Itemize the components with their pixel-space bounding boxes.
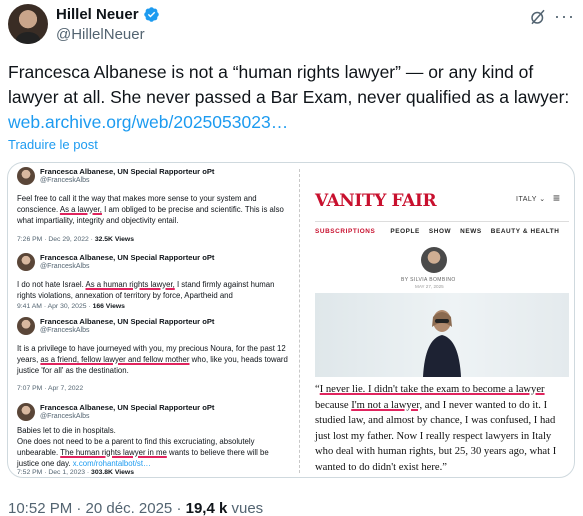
- embedded-avatar: [17, 317, 35, 335]
- collage-divider: [299, 169, 300, 473]
- vf-nav-item: BEAUTY & HEALTH: [490, 228, 560, 235]
- embedded-link: x.com/rohantalbot/st…: [72, 459, 151, 468]
- tweet-footer: 10:52 PM · 20 déc. 2025 · 19,4 k vues: [8, 500, 263, 516]
- vf-nav-item: NEWS: [460, 228, 482, 235]
- embedded-text: Feel free to call it the way that makes …: [17, 194, 284, 225]
- underlined-phrase: I'm not a lawyer,: [351, 399, 423, 411]
- embedded-handle: @FranceskAlbs: [40, 263, 90, 270]
- embedded-text: It is a privilege to have journeyed with…: [17, 344, 288, 375]
- edition-selector: ITALY ⌄: [516, 196, 546, 203]
- vf-byline: BY SILVIA BOMBINO: [401, 277, 456, 283]
- grok-icon[interactable]: [529, 8, 547, 26]
- author-avatar[interactable]: [8, 4, 48, 44]
- underlined-phrase: The human rights lawyer in me: [60, 448, 167, 457]
- embedded-handle: @FranceskAlbs: [40, 327, 90, 334]
- author-photo: [421, 247, 447, 273]
- embedded-avatar: [17, 167, 35, 185]
- vf-date: MAY 27, 2025: [415, 284, 444, 289]
- underlined-phrase: as a friend, fellow lawyer and fellow mo…: [40, 355, 190, 364]
- nav-divider: [315, 221, 569, 222]
- embedded-avatar: [17, 253, 35, 271]
- embedded-meta: 7:52 PM · Dec 1, 2023 · 303.8K Views: [17, 469, 134, 476]
- author-handle[interactable]: @HillelNeuer: [56, 26, 145, 43]
- underlined-phrase: As a human rights lawyer,: [85, 280, 175, 289]
- media-image[interactable]: Francesca Albanese, UN Special Rapporteu…: [7, 162, 575, 478]
- views-label: vues: [227, 500, 264, 516]
- embedded-tweets-collage: Francesca Albanese, UN Special Rapporteu…: [14, 167, 294, 476]
- person-photo-icon: [423, 310, 461, 377]
- vf-nav-item: SUBSCRIPTIONS: [315, 228, 376, 235]
- embedded-text: I do not hate Israel. As a human rights …: [17, 280, 275, 300]
- embedded-avatar: [17, 403, 35, 421]
- underlined-phrase: As a lawyer,: [59, 205, 102, 214]
- author-display-name[interactable]: Hillel Neuer: [56, 6, 139, 23]
- embedded-meta: 9:41 AM · Apr 30, 2025 · 166 Views: [17, 303, 125, 310]
- vf-nav-item: PEOPLE: [390, 228, 420, 235]
- underlined-phrase: I never lie. I didn't take the exam to b…: [319, 384, 545, 395]
- verified-badge-icon: [143, 7, 159, 22]
- more-options-icon[interactable]: ···: [554, 6, 575, 27]
- view-count: 19,4 k: [185, 500, 228, 516]
- vanity-fair-article: VANITY FAIR ITALY ⌄ ≡ SUBSCRIPTIONS PEOP…: [305, 169, 569, 473]
- tweet-timestamp[interactable]: 10:52 PM · 20 déc. 2025 ·: [8, 500, 186, 516]
- translate-post-link[interactable]: Traduire le post: [8, 137, 98, 152]
- tweet-link[interactable]: web.archive.org/web/2025053023…: [8, 112, 288, 132]
- tweet-body: Francesca Albanese is not a “human right…: [8, 62, 570, 107]
- embedded-handle: @FranceskAlbs: [40, 413, 90, 420]
- hamburger-menu-icon: ≡: [553, 191, 561, 205]
- embedded-meta: 7:26 PM · Dec 29, 2022 · 32.5K Views: [17, 236, 134, 243]
- embedded-meta: 7:07 PM · Apr 7, 2022: [17, 385, 84, 392]
- vf-nav-item: SHOW: [428, 228, 452, 235]
- vanity-fair-logo: VANITY FAIR: [315, 191, 437, 211]
- tweet-text: Francesca Albanese is not a “human right…: [8, 60, 576, 135]
- embedded-name: Francesca Albanese, UN Special Rapporteu…: [40, 403, 215, 412]
- embedded-handle: @FranceskAlbs: [40, 177, 90, 184]
- article-quote: “I never lie. I didn't take the exam to …: [315, 384, 557, 473]
- vf-nav: SUBSCRIPTIONS PEOPLE SHOW NEWS BEAUTY & …: [315, 228, 569, 235]
- embedded-name: Francesca Albanese, UN Special Rapporteu…: [40, 253, 215, 262]
- embedded-text: Babies let to die in hospitals. One does…: [17, 426, 269, 468]
- embedded-name: Francesca Albanese, UN Special Rapporteu…: [40, 167, 215, 176]
- embedded-name: Francesca Albanese, UN Special Rapporteu…: [40, 317, 215, 326]
- article-photo: [315, 293, 569, 377]
- author-name-row[interactable]: Hillel Neuer: [56, 6, 160, 23]
